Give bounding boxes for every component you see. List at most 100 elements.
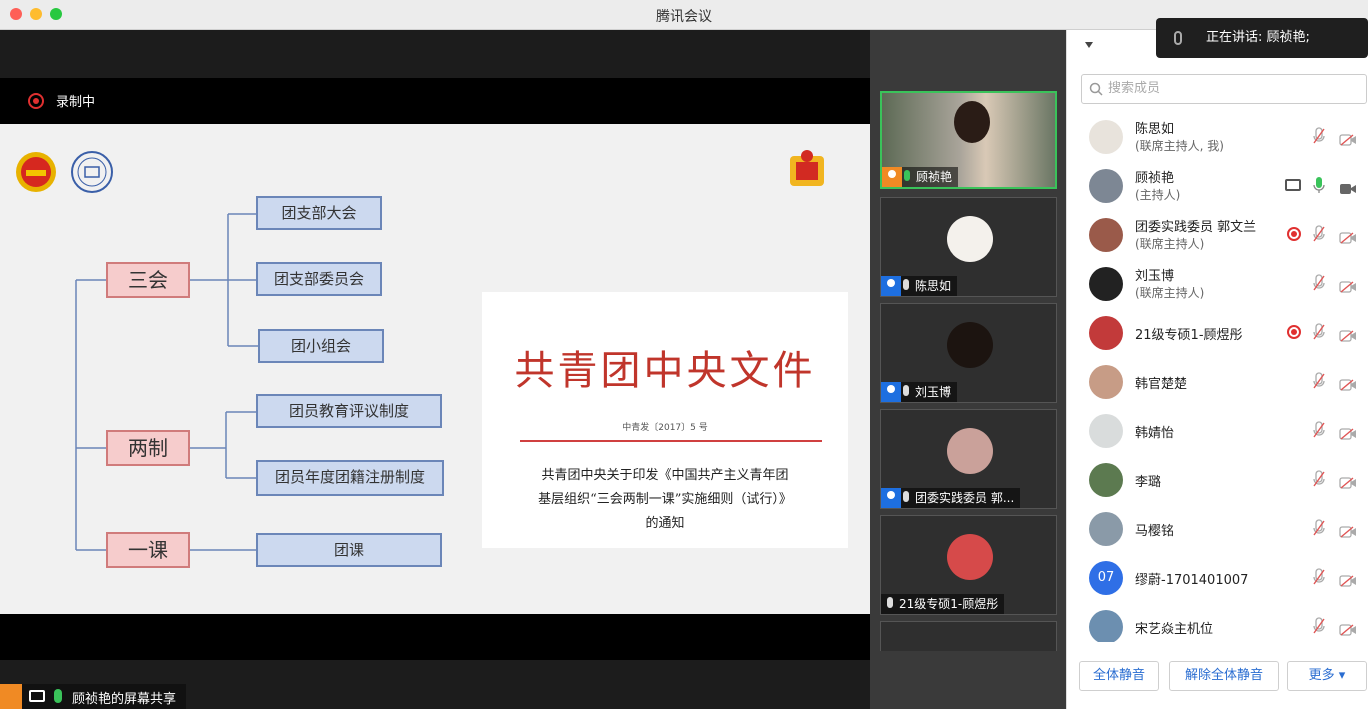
participant-avatar [947, 216, 993, 262]
tree-node-liangzhi: 两制 [106, 430, 190, 466]
shared-screen-area: 录制中 三会 两制 一课 团支部大会 团支部委员会 团小组会 团员教育评议制度 … [0, 30, 870, 709]
member-role: (联席主持人, 我) [1135, 139, 1224, 153]
camera-off-icon[interactable] [1339, 376, 1357, 391]
camera-off-icon[interactable] [1339, 621, 1357, 636]
mic-on-icon [54, 689, 62, 703]
video-tile[interactable]: 顾祯艳 [880, 91, 1057, 189]
video-tile-name: 顾祯艳 [916, 170, 953, 184]
camera-off-icon[interactable] [1339, 229, 1357, 244]
recording-icon [1287, 325, 1301, 339]
document-divider [520, 440, 822, 442]
member-avatar [1089, 120, 1123, 154]
member-row[interactable]: 07 缪蔚-1701401007 [1067, 553, 1368, 602]
document-title: 共青团中央文件 [514, 348, 816, 394]
video-tile[interactable]: 陈思如 [880, 197, 1057, 297]
video-tile-name-tag: 陈思如 [881, 276, 958, 296]
mic-on-icon[interactable] [1313, 176, 1325, 194]
tree-leaf: 团小组会 [258, 329, 384, 363]
camera-off-icon[interactable] [1339, 131, 1357, 146]
participant-avatar [947, 534, 993, 580]
member-role: (主持人) [1135, 188, 1181, 202]
mic-muted-icon [1174, 31, 1182, 45]
mic-muted-icon[interactable] [1313, 568, 1325, 586]
screen-share-icon [29, 690, 45, 702]
member-row[interactable]: 团委实践委员 郭文兰 (联席主持人) [1067, 210, 1368, 259]
video-tile-name: 21级专硕1-顾煜彤 [899, 597, 999, 611]
member-role: (联席主持人) [1135, 286, 1205, 300]
camera-on-icon[interactable] [1339, 180, 1357, 194]
mic-on-icon [904, 170, 910, 181]
screen-share-bar: 顾祯艳的屏幕共享 [0, 684, 186, 709]
member-avatar [1089, 414, 1123, 448]
party-emblem-icon [790, 150, 824, 186]
mic-muted-icon[interactable] [1313, 127, 1325, 145]
mic-muted-icon[interactable] [1313, 421, 1325, 439]
member-avatar [1089, 365, 1123, 399]
video-tile[interactable]: 刘玉博 [880, 303, 1057, 403]
recording-bar: 录制中 [0, 78, 870, 124]
member-name: 宋艺焱主机位 [1135, 622, 1214, 637]
mic-muted-icon[interactable] [1313, 519, 1325, 537]
camera-off-icon[interactable] [1339, 425, 1357, 440]
mic-muted-icon[interactable] [1313, 617, 1325, 635]
user-icon [881, 382, 901, 402]
tree-leaf: 团支部大会 [256, 196, 382, 230]
member-row[interactable]: 韩官楚楚 [1067, 357, 1368, 406]
camera-off-icon[interactable] [1339, 278, 1357, 293]
participant-avatar [947, 322, 993, 368]
member-avatar [1089, 463, 1123, 497]
member-avatar [1089, 267, 1123, 301]
member-row[interactable]: 李璐 [1067, 455, 1368, 504]
mic-muted-icon[interactable] [1313, 225, 1325, 243]
video-tile-partial[interactable] [880, 621, 1057, 651]
mic-muted-icon [887, 597, 893, 608]
video-tile[interactable]: 21级专硕1-顾煜彤 [880, 515, 1057, 615]
camera-off-icon[interactable] [1339, 523, 1357, 538]
mic-muted-icon[interactable] [1313, 470, 1325, 488]
member-row[interactable]: 21级专硕1-顾煜彤 [1067, 308, 1368, 357]
member-name: 团委实践委员 郭文兰 [1135, 220, 1257, 235]
member-row[interactable]: 刘玉博 (联席主持人) [1067, 259, 1368, 308]
tree-leaf: 团员教育评议制度 [256, 394, 442, 428]
video-tile-name-tag: 21级专硕1-顾煜彤 [881, 594, 1005, 614]
member-row[interactable]: 马樱铭 [1067, 504, 1368, 553]
member-name: 陈思如 [1135, 122, 1175, 137]
member-name: 李璐 [1135, 475, 1162, 490]
video-tile[interactable]: 团委实践委员 郭... [880, 409, 1057, 509]
participant-avatar [954, 101, 990, 143]
document-number: 中青发〔2017〕5 号 [622, 423, 708, 433]
member-name: 顾祯艳 [1135, 171, 1175, 186]
member-avatar [1089, 316, 1123, 350]
member-row[interactable]: 陈思如 (联席主持人, 我) [1067, 112, 1368, 161]
document-body-line: 的通知 [645, 516, 685, 531]
mute-all-button[interactable]: 全体静音 [1079, 661, 1159, 691]
member-avatar [1089, 169, 1123, 203]
member-name: 马樱铭 [1135, 524, 1175, 539]
recording-label: 录制中 [56, 95, 96, 110]
speaking-banner: 正在讲话: 顾祯艳; [1156, 18, 1368, 58]
mic-muted-icon[interactable] [1313, 372, 1325, 390]
mic-muted-icon[interactable] [1313, 323, 1325, 341]
member-row[interactable]: 韩婧怡 [1067, 406, 1368, 455]
recording-icon [28, 93, 44, 109]
mic-muted-icon [903, 279, 909, 290]
document-body-line: 基层组织“三会两制一课”实施细则（试行）》 [538, 492, 792, 507]
tree-leaf: 团员年度团籍注册制度 [256, 460, 444, 496]
camera-off-icon[interactable] [1339, 572, 1357, 587]
member-row[interactable]: 宋艺焱主机位 [1067, 602, 1368, 642]
unmute-all-button[interactable]: 解除全体静音 [1169, 661, 1279, 691]
user-icon [882, 167, 902, 187]
members-panel: 搜索成员 陈思如 (联席主持人, 我) 顾祯艳 (主持人) 团委实践委员 郭文兰 (联席主… [1066, 30, 1368, 709]
member-name: 21级专硕1-顾煜彤 [1135, 328, 1243, 343]
member-row[interactable]: 顾祯艳 (主持人) [1067, 161, 1368, 210]
camera-off-icon[interactable] [1339, 327, 1357, 342]
mic-muted-icon[interactable] [1313, 274, 1325, 292]
camera-off-icon[interactable] [1339, 474, 1357, 489]
more-button[interactable]: 更多 ▾ [1287, 661, 1367, 691]
video-tile-name: 陈思如 [915, 279, 952, 293]
member-name: 韩官楚楚 [1135, 377, 1188, 392]
member-name: 韩婧怡 [1135, 426, 1175, 441]
speaking-text: 正在讲话: 顾祯艳; [1206, 30, 1310, 45]
member-avatar [1089, 218, 1123, 252]
participant-avatar [947, 428, 993, 474]
